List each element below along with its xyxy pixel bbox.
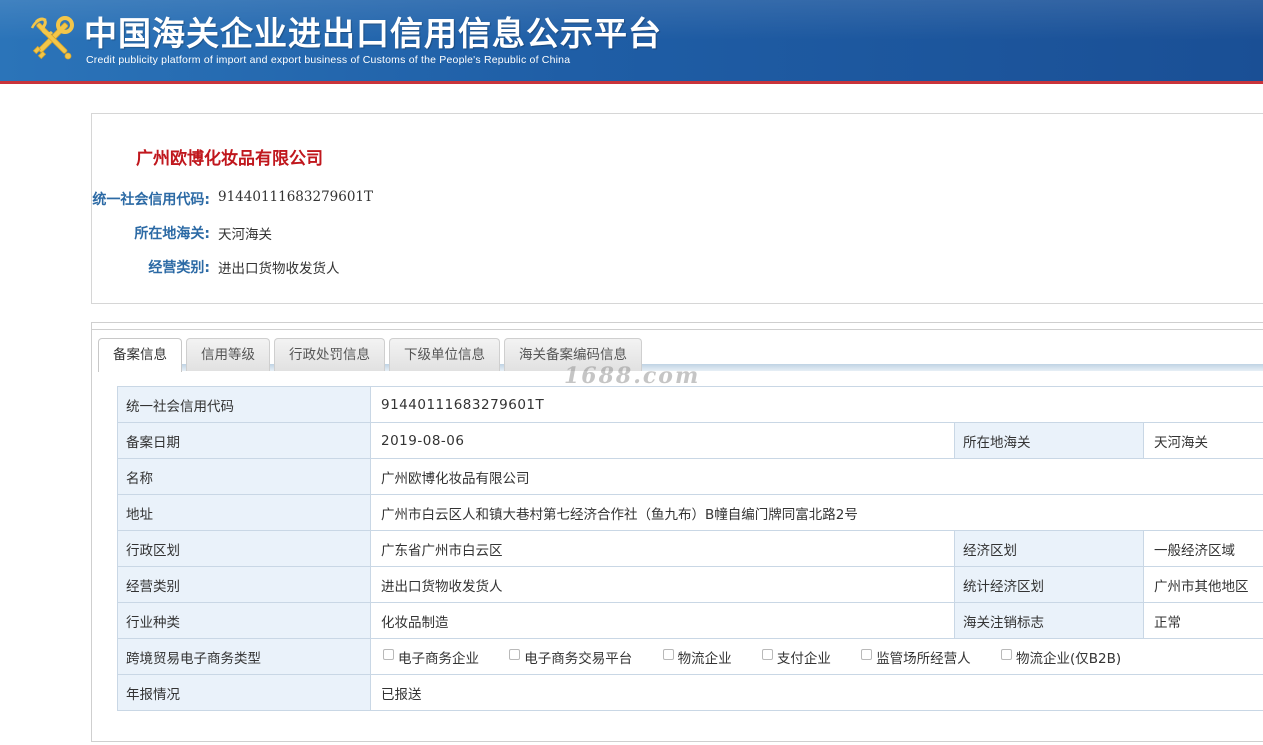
value-business-type: 进出口货物收发货人 xyxy=(370,566,955,603)
value-record-date: 2019-08-06 xyxy=(370,422,955,459)
label-record-date: 备案日期 xyxy=(117,422,371,459)
checkbox-box[interactable] xyxy=(383,649,394,660)
site-title: 中国海关企业进出口信用信息公示平台 xyxy=(84,14,662,53)
checkbox-supervised-site-operator[interactable]: 监管场所经营人 xyxy=(861,647,971,667)
label-industry: 行业种类 xyxy=(117,602,371,639)
table-row: 行政区划 广东省广州市白云区 经济区划 一般经济区域 xyxy=(117,530,1263,567)
summary-value: 进出口货物收发货人 xyxy=(218,261,340,277)
record-info-table: 统一社会信用代码 91440111683279601T 备案日期 2019-08… xyxy=(117,386,1263,711)
label-ecommerce-type: 跨境贸易电子商务类型 xyxy=(117,638,371,675)
label-credit-code: 统一社会信用代码 xyxy=(117,386,371,423)
checkbox-label: 电子商务交易平台 xyxy=(524,650,633,667)
site-subtitle: Credit publicity platform of import and … xyxy=(86,54,571,66)
label-econ-region: 经济区划 xyxy=(954,530,1144,567)
summary-value: 天河海关 xyxy=(218,227,272,243)
table-row: 行业种类 化妆品制造 海关注销标志 正常 xyxy=(117,602,1263,639)
value-customs: 天河海关 xyxy=(1142,422,1263,459)
label-business-type: 经营类别 xyxy=(117,566,371,603)
checkbox-logistics[interactable]: 物流企业 xyxy=(662,647,732,667)
table-row: 名称 广州欧博化妆品有限公司 xyxy=(117,458,1263,495)
table-row: 备案日期 2019-08-06 所在地海关 天河海关 xyxy=(117,422,1263,459)
table-row: 经营类别 进出口货物收发货人 统计经济区划 广州市其他地区 xyxy=(117,566,1263,603)
table-row: 年报情况 已报送 xyxy=(117,674,1263,711)
label-customs: 所在地海关 xyxy=(954,422,1144,459)
company-name: 广州欧博化妆品有限公司 xyxy=(136,149,323,169)
label-stat-region: 统计经济区划 xyxy=(954,566,1144,603)
summary-row-credit-code: 统一社会信用代码: 91440111683279601T xyxy=(90,189,373,209)
checkbox-label: 物流企业 xyxy=(677,650,732,667)
label-address: 地址 xyxy=(117,494,371,531)
value-name: 广州欧博化妆品有限公司 xyxy=(369,458,1263,495)
company-summary-card: 广州欧博化妆品有限公司 统一社会信用代码: 91440111683279601T… xyxy=(91,113,1263,304)
checkbox-label: 支付企业 xyxy=(776,650,831,667)
summary-value: 91440111683279601T xyxy=(218,189,374,205)
tab-credit-rating[interactable]: 信用等级 xyxy=(186,338,270,371)
summary-row-customs: 所在地海关: 天河海关 xyxy=(90,223,272,243)
ecommerce-checkbox-group: 电子商务企业 电子商务交易平台 物流企业 支付企业 监管场所经营人 物流企业(仅… xyxy=(369,638,1263,675)
checkbox-label: 电子商务企业 xyxy=(398,650,479,667)
header-banner: 中国海关企业进出口信用信息公示平台 Credit publicity platf… xyxy=(0,0,1263,84)
checkbox-box[interactable] xyxy=(509,649,521,660)
summary-row-business-type: 经营类别: 进出口货物收发货人 xyxy=(90,257,340,277)
summary-label: 统一社会信用代码: xyxy=(92,192,210,208)
checkbox-payment[interactable]: 支付企业 xyxy=(761,647,831,667)
checkbox-ecommerce-platform[interactable]: 电子商务交易平台 xyxy=(509,647,632,667)
checkbox-box[interactable] xyxy=(861,649,873,660)
value-stat-region: 广州市其他地区 xyxy=(1142,566,1263,603)
checkbox-label: 监管场所经营人 xyxy=(876,650,971,667)
checkbox-label: 物流企业(仅B2B) xyxy=(1015,650,1122,667)
value-admin-region: 广东省广州市白云区 xyxy=(370,530,955,567)
checkbox-logistics-b2b[interactable]: 物流企业(仅B2B) xyxy=(1000,647,1122,667)
label-admin-region: 行政区划 xyxy=(117,530,371,567)
value-industry: 化妆品制造 xyxy=(370,602,955,639)
value-cancel-flag: 正常 xyxy=(1142,602,1263,639)
details-panel: 备案信息 信用等级 行政处罚信息 下级单位信息 海关备案编码信息 1688.co… xyxy=(91,322,1263,742)
checkbox-box[interactable] xyxy=(1000,649,1012,660)
value-annual-report: 已报送 xyxy=(369,674,1263,711)
label-name: 名称 xyxy=(117,458,371,495)
tab-subunit-info[interactable]: 下级单位信息 xyxy=(389,338,500,371)
tab-record-info[interactable]: 备案信息 xyxy=(98,338,182,372)
checkbox-box[interactable] xyxy=(761,649,773,660)
label-cancel-flag: 海关注销标志 xyxy=(954,602,1144,639)
value-credit-code: 91440111683279601T xyxy=(369,386,1263,423)
checkbox-box[interactable] xyxy=(662,649,674,660)
checkbox-ecommerce-enterprise[interactable]: 电子商务企业 xyxy=(383,647,479,667)
table-row: 跨境贸易电子商务类型 电子商务企业 电子商务交易平台 物流企业 支付企业 监管场… xyxy=(117,638,1263,675)
label-annual-report: 年报情况 xyxy=(117,674,371,711)
summary-label: 所在地海关: xyxy=(134,226,210,242)
summary-label: 经营类别: xyxy=(148,260,210,276)
panel-divider xyxy=(92,329,1263,330)
tab-penalty-info[interactable]: 行政处罚信息 xyxy=(274,338,385,371)
value-econ-region: 一般经济区域 xyxy=(1142,530,1263,567)
table-row: 统一社会信用代码 91440111683279601T xyxy=(117,386,1263,423)
value-address: 广州市白云区人和镇大巷村第七经济合作社（鱼九布）B幢自编门牌同富北路2号 xyxy=(369,494,1263,531)
customs-emblem-icon xyxy=(30,16,74,60)
table-row: 地址 广州市白云区人和镇大巷村第七经济合作社（鱼九布）B幢自编门牌同富北路2号 xyxy=(117,494,1263,531)
